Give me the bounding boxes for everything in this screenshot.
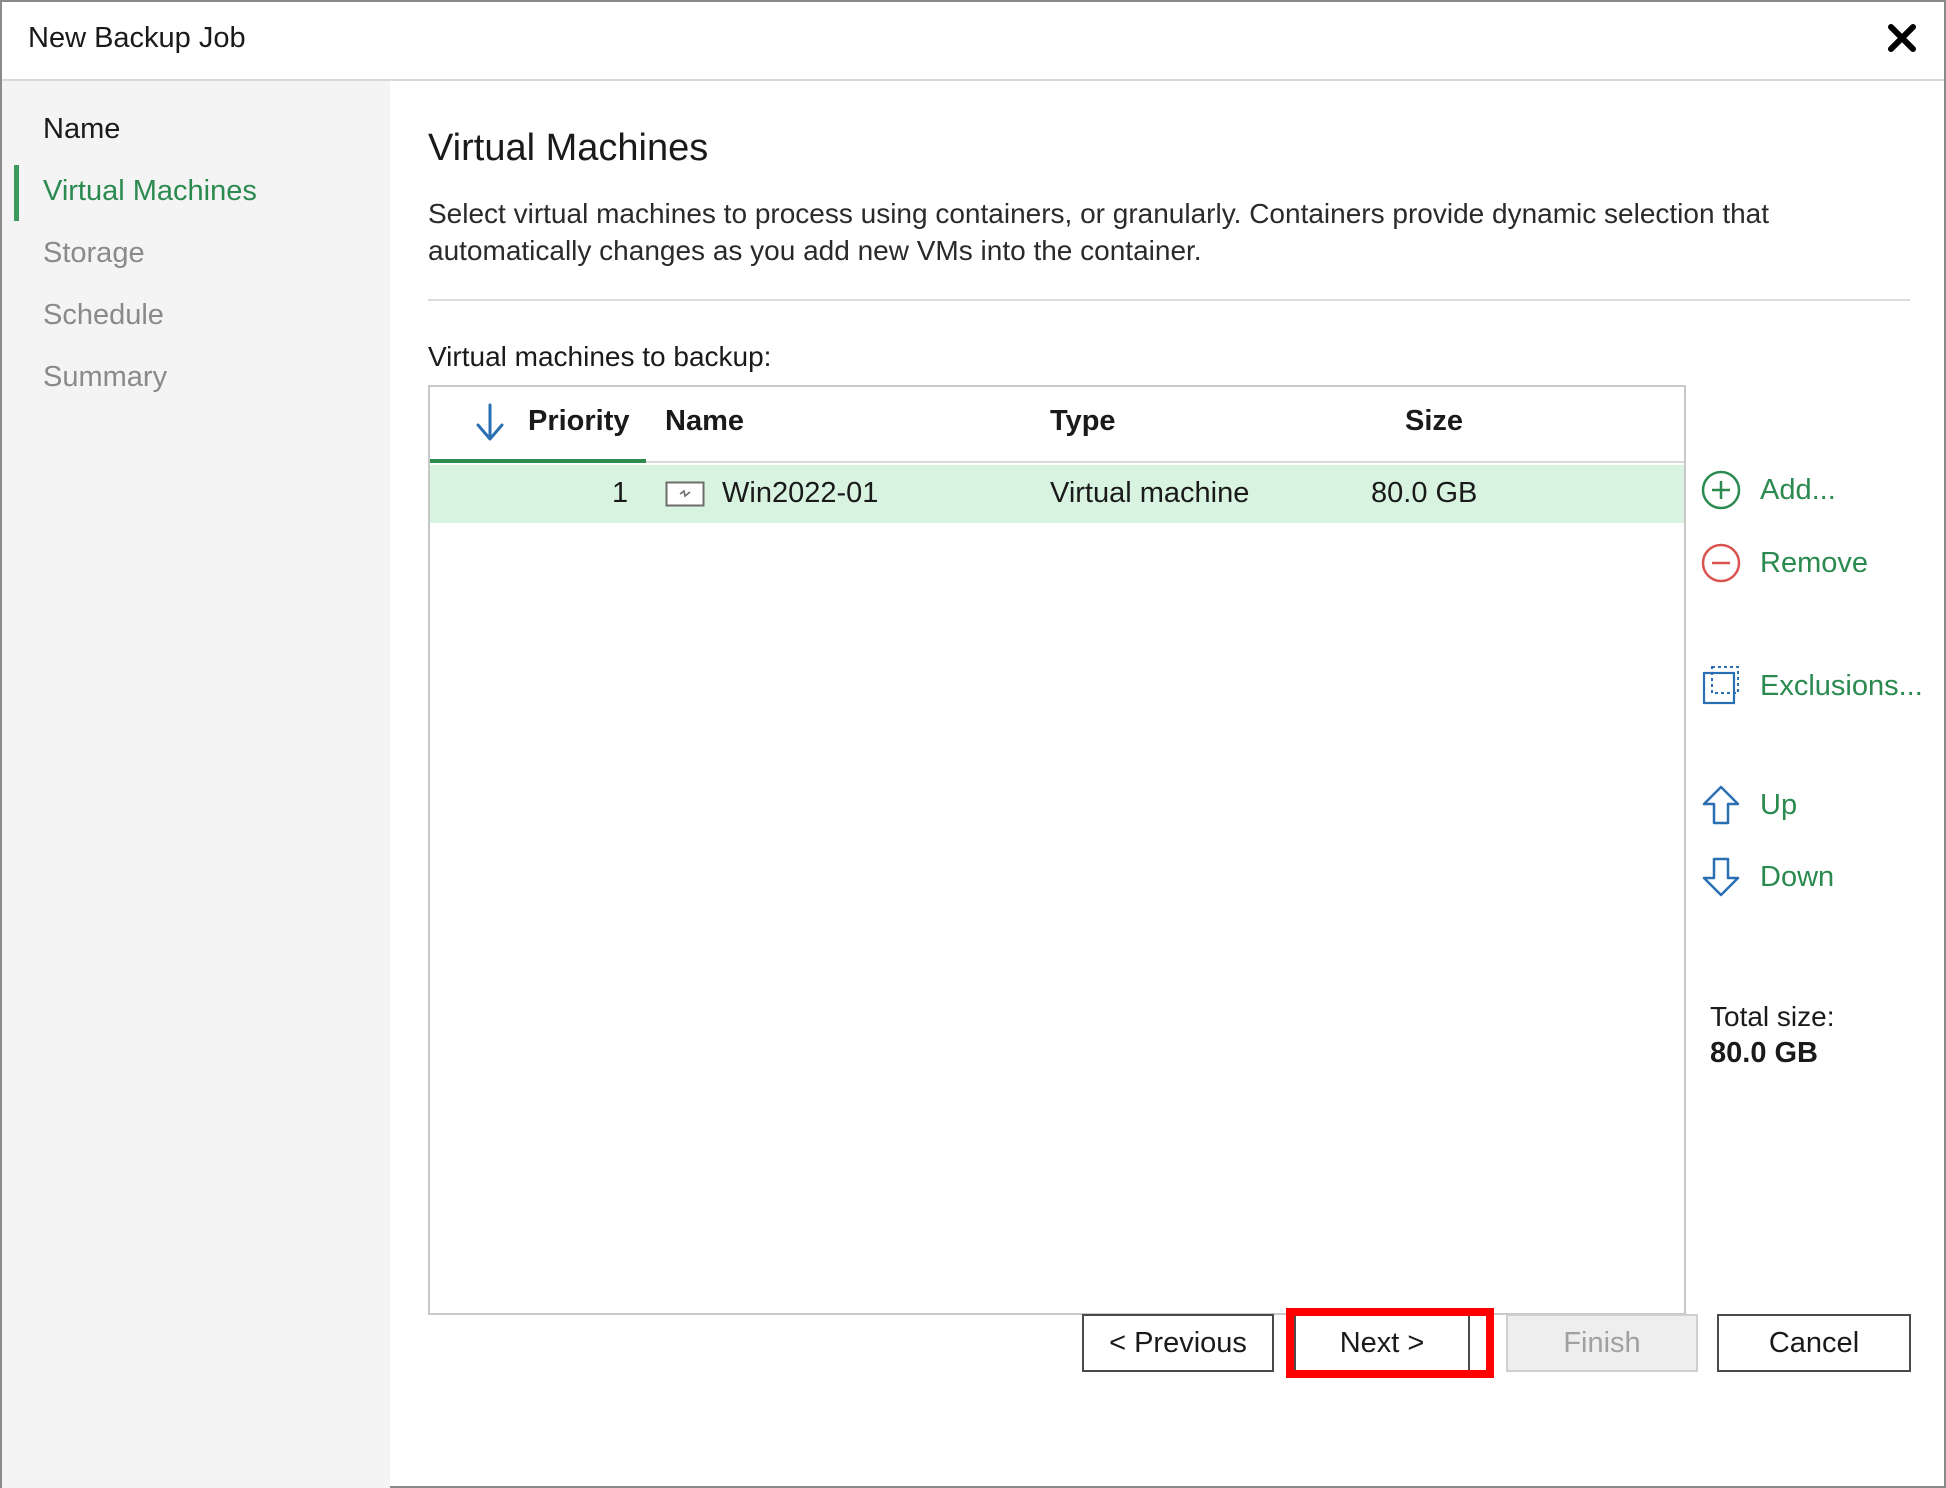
step-virtual-machines[interactable]: Virtual Machines xyxy=(43,175,257,208)
sort-indicator xyxy=(430,459,646,463)
active-step-indicator xyxy=(14,165,19,221)
vm-icon xyxy=(665,481,705,507)
row-priority: 1 xyxy=(612,477,629,509)
vm-table[interactable]: Priority Name Type Size 1 Win2022-01 Vir… xyxy=(428,385,1686,1315)
add-button[interactable]: Add... xyxy=(1700,468,1836,512)
up-button[interactable]: Up xyxy=(1700,783,1797,827)
row-type: Virtual machine xyxy=(1050,477,1250,509)
add-button-label: Add... xyxy=(1760,473,1836,506)
remove-button[interactable]: Remove xyxy=(1700,541,1868,585)
content-pane: Virtual Machines Select virtual machines… xyxy=(390,81,1944,1486)
exclusions-button[interactable]: Exclusions... xyxy=(1700,664,1923,708)
title-bar: New Backup Job xyxy=(2,2,1944,81)
step-storage[interactable]: Storage xyxy=(43,237,145,270)
page-description: Select virtual machines to process using… xyxy=(428,198,1770,266)
exclusions-icon xyxy=(1702,666,1739,705)
add-circle-icon xyxy=(1701,470,1741,510)
close-icon[interactable] xyxy=(1880,16,1924,60)
column-header-size[interactable]: Size xyxy=(1405,405,1463,438)
column-header-name[interactable]: Name xyxy=(665,405,744,438)
up-button-label: Up xyxy=(1760,788,1798,821)
finish-button[interactable]: Finish xyxy=(1506,1314,1698,1372)
previous-button[interactable]: < Previous xyxy=(1082,1314,1274,1372)
step-name[interactable]: Name xyxy=(43,113,120,146)
row-name: Win2022-01 xyxy=(722,477,879,509)
table-header: Priority Name Type Size xyxy=(430,387,1684,463)
down-button[interactable]: Down xyxy=(1700,855,1834,899)
divider xyxy=(428,299,1910,301)
down-button-label: Down xyxy=(1760,860,1835,893)
remove-circle-icon xyxy=(1701,543,1741,583)
total-size-label: Total size: xyxy=(1710,1001,1835,1032)
next-button-highlight xyxy=(1286,1308,1494,1378)
column-header-priority[interactable]: Priority xyxy=(528,405,630,438)
total-size-value: 80.0 GB xyxy=(1710,1037,1818,1069)
cancel-button[interactable]: Cancel xyxy=(1717,1314,1911,1372)
vm-list-label: Virtual machines to backup: xyxy=(428,341,772,372)
arrow-up-icon xyxy=(1702,785,1740,825)
new-backup-job-dialog: New Backup Job Name Virtual Machines Sto… xyxy=(0,0,1946,1488)
exclusions-button-label: Exclusions... xyxy=(1760,669,1923,702)
wizard-steps-sidebar: Name Virtual Machines Storage Schedule S… xyxy=(2,81,390,1488)
sort-down-arrow-icon xyxy=(472,401,508,445)
column-header-type[interactable]: Type xyxy=(1050,405,1116,438)
table-row[interactable]: 1 Win2022-01 Virtual machine 80.0 GB xyxy=(430,465,1684,523)
page-title: Virtual Machines xyxy=(428,127,709,169)
remove-button-label: Remove xyxy=(1760,546,1868,579)
arrow-down-icon xyxy=(1702,857,1740,897)
row-size: 80.0 GB xyxy=(1371,477,1478,509)
step-summary[interactable]: Summary xyxy=(43,361,167,394)
window-title: New Backup Job xyxy=(28,22,246,54)
step-schedule[interactable]: Schedule xyxy=(43,299,164,332)
